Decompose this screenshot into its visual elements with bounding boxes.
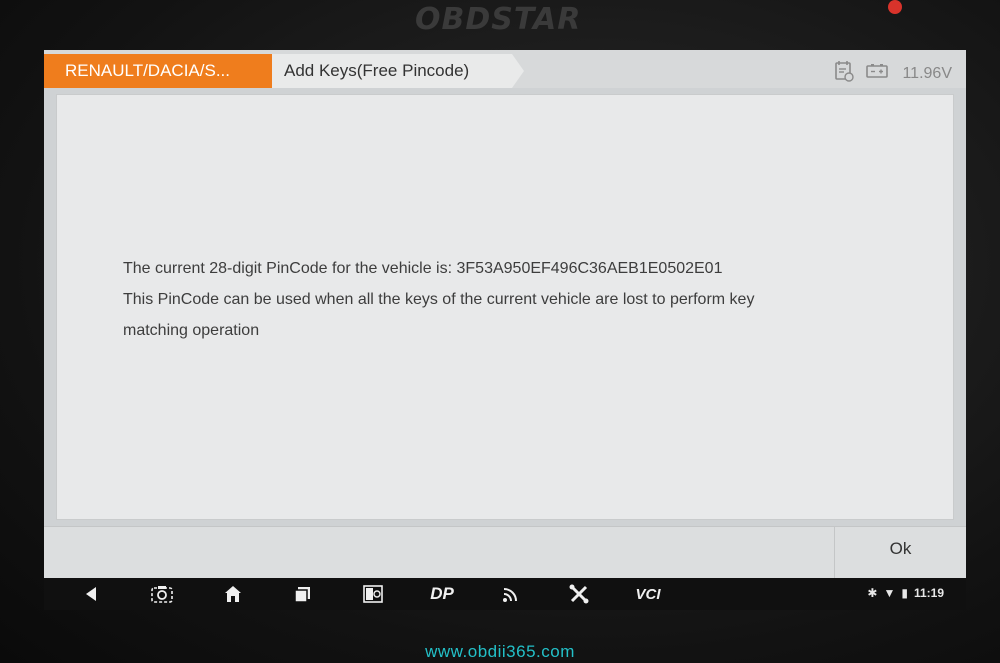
tab-add-keys[interactable]: Add Keys(Free Pincode) [272,54,524,88]
display-settings-icon[interactable] [360,582,386,606]
tab-renault-dacia[interactable]: RENAULT/DACIA/S... [44,54,284,88]
report-icon[interactable] [834,60,855,87]
system-nav-bar: DP VCI ✱ ▼ ▮ 11:19 [44,578,966,610]
pincode-line: The current 28-digit PinCode for the veh… [123,260,723,277]
dp-icon[interactable]: DP [422,582,462,606]
device-screen: RENAULT/DACIA/S... Add Keys(Free Pincode… [44,50,966,610]
clock: 11:19 [913,586,944,600]
back-icon[interactable] [78,582,104,606]
pincode-usage-line: This PinCode can be used when all the ke… [123,291,755,308]
recent-apps-icon[interactable] [290,582,316,606]
battery-icon [866,63,890,84]
status-icons: 11.96V [834,60,952,87]
tools-icon[interactable] [566,582,592,606]
voltage-readout: 11.96V [902,64,952,82]
screenshot-icon[interactable] [148,582,176,606]
brand-logo: OBDSTAR [415,2,582,37]
home-icon[interactable] [220,582,246,606]
wifi-signal-icon[interactable] [498,582,524,606]
ok-button[interactable]: Ok [835,527,966,579]
power-indicator [888,0,902,14]
battery-status-icon: ▮ [901,586,908,600]
top-bar: RENAULT/DACIA/S... Add Keys(Free Pincode… [44,50,966,88]
pincode-usage-line-cont: matching operation [123,322,260,339]
vci-icon[interactable]: VCI [630,582,666,606]
wifi-icon: ▼ [883,586,896,600]
system-status-area: ✱ ▼ ▮ 11:19 [867,586,944,600]
watermark: www.obdii365.com [425,642,575,661]
bottom-action-bar: Ok [44,526,966,579]
message-panel: The current 28-digit PinCode for the veh… [56,94,954,520]
bluetooth-icon: ✱ [867,586,878,600]
pincode-message: The current 28-digit PinCode for the veh… [123,253,883,346]
